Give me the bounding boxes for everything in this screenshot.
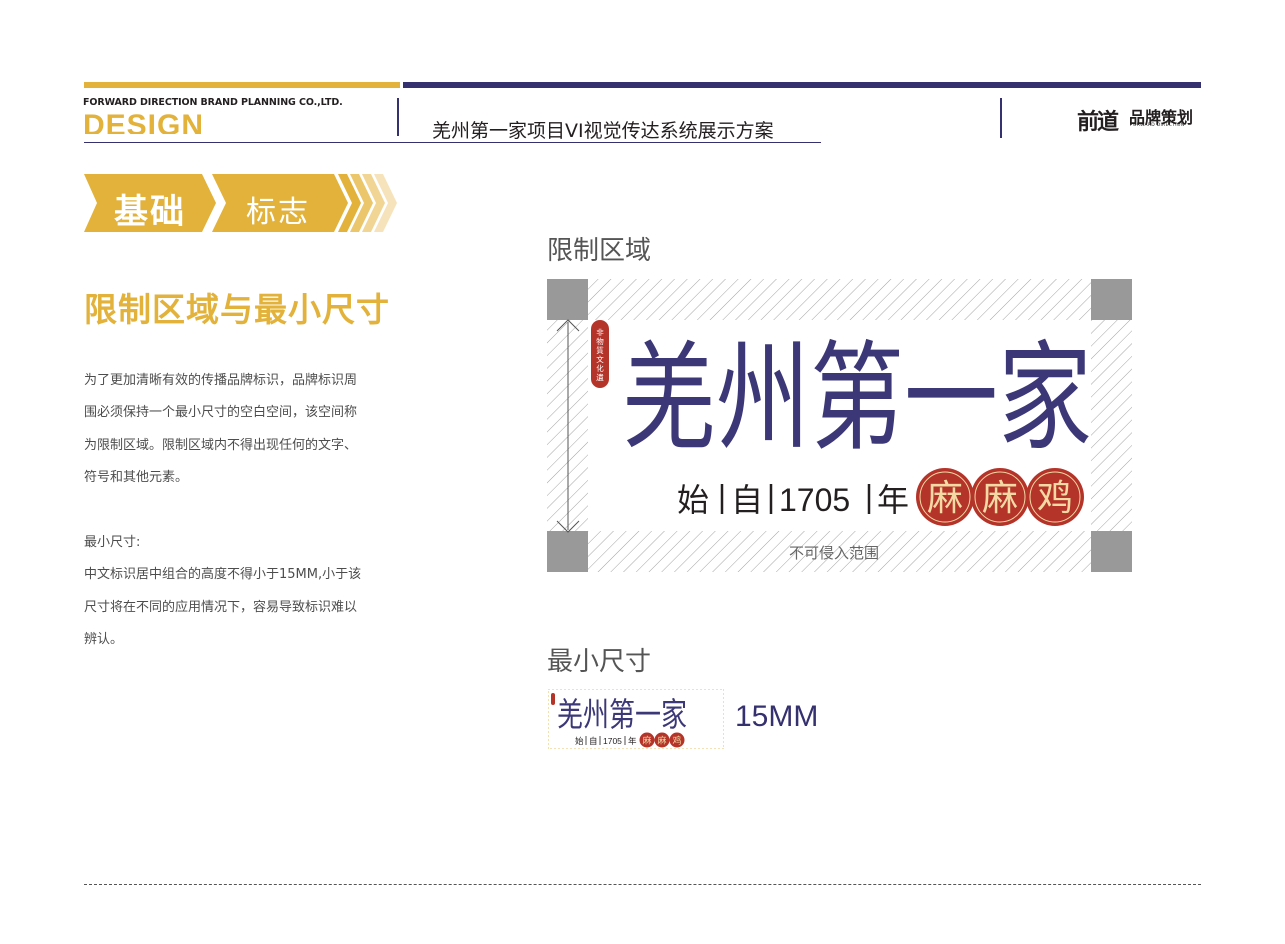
svg-text:鸡: 鸡: [1037, 478, 1073, 519]
logo-wordmark: 羌州第一家: [622, 329, 1092, 467]
svg-text:麻: 麻: [657, 735, 666, 747]
svg-text:羌州第一家: 羌州第一家: [557, 695, 687, 734]
svg-text:自: 自: [731, 482, 763, 518]
corner-square: [1091, 531, 1132, 572]
header-divider-left: [397, 98, 399, 136]
product-circles: 麻 麻 鸡: [916, 468, 1084, 526]
project-title: 羌州第一家项目VI视觉传达系统展示方案: [432, 120, 774, 142]
svg-text:化: 化: [596, 363, 604, 373]
min-size-line: 尺寸将在不同的应用情况下，容易导致标识难以: [84, 600, 358, 615]
header-gold-bar: [84, 82, 400, 88]
min-size-title: 最小尺寸:: [84, 535, 141, 550]
svg-text:鸡: 鸡: [672, 735, 681, 747]
min-size-line: 辨认。: [84, 632, 124, 647]
svg-text:始: 始: [677, 482, 709, 518]
design-word-clip: DESIGN: [83, 112, 243, 134]
svg-text:麻: 麻: [642, 735, 651, 747]
paragraph-line: 为了更加清晰有效的传播品牌标识，品牌标识周: [84, 373, 358, 388]
header-navy-bar: [403, 82, 1201, 88]
small-logo-svg: 羌州第一家 始 自 1705 年 麻 麻 鸡: [547, 688, 725, 750]
svg-text:質: 質: [596, 345, 604, 355]
min-size-line: 中文标识居中组合的高度不得小于15MM,小于该: [84, 567, 362, 582]
corner-square: [547, 279, 588, 320]
svg-text:年: 年: [628, 736, 637, 746]
svg-text:1705: 1705: [779, 482, 850, 518]
min-size-value: 15MM: [735, 700, 819, 733]
svg-text:1705: 1705: [603, 736, 622, 746]
header-divider-right: [1000, 98, 1002, 138]
seal-mark: 非 物 質 文 化 遺: [591, 320, 609, 388]
svg-text:麻: 麻: [982, 478, 1018, 519]
svg-text:自: 自: [589, 736, 598, 746]
svg-text:非: 非: [596, 327, 604, 337]
paragraph-line: 符号和其他元素。: [84, 470, 189, 485]
section-banner: 基础 标志: [84, 172, 404, 234]
svg-text:年: 年: [877, 482, 909, 518]
clear-zone-svg: 非 物 質 文 化 遺 羌州第一家 始 自 1705 年 麻 麻 鸡: [547, 279, 1132, 572]
svg-text:遺: 遺: [596, 372, 604, 382]
svg-text:文: 文: [596, 354, 604, 364]
banner-subcategory: 标志: [246, 195, 310, 230]
clear-zone-label: 限制区域: [547, 236, 652, 266]
brand-logo: 前道 品牌策划 FORWARD DIRECTION: [1077, 104, 1201, 135]
svg-text:麻: 麻: [927, 478, 963, 519]
page-heading: 限制区域与最小尺寸: [84, 290, 390, 329]
clear-zone-figure: 非 物 質 文 化 遺 羌州第一家 始 自 1705 年 麻 麻 鸡: [547, 279, 1132, 572]
forbidden-area-label: 不可侵入范围: [789, 544, 880, 562]
min-size-label: 最小尺寸: [547, 647, 652, 677]
brand-logo-en: FORWARD DIRECTION: [1130, 123, 1185, 128]
svg-text:物: 物: [596, 336, 604, 346]
company-name: FORWARD DIRECTION BRAND PLANNING CO.,LTD…: [83, 97, 343, 108]
design-word: DESIGN: [83, 112, 205, 134]
paragraph-line: 为限制区域。限制区域内不得出现任何的文字、: [84, 438, 358, 453]
small-logo-sample: 羌州第一家 始 自 1705 年 麻 麻 鸡: [547, 688, 725, 750]
svg-text:始: 始: [575, 736, 584, 746]
brand-logo-mark: 前道: [1077, 110, 1119, 135]
corner-square: [1091, 279, 1132, 320]
corner-square: [547, 531, 588, 572]
banner-category: 基础: [114, 192, 186, 232]
paragraph-line: 围必须保持一个最小尺寸的空白空间，该空间称: [84, 405, 358, 420]
footer-dashed-line: [84, 884, 1201, 885]
